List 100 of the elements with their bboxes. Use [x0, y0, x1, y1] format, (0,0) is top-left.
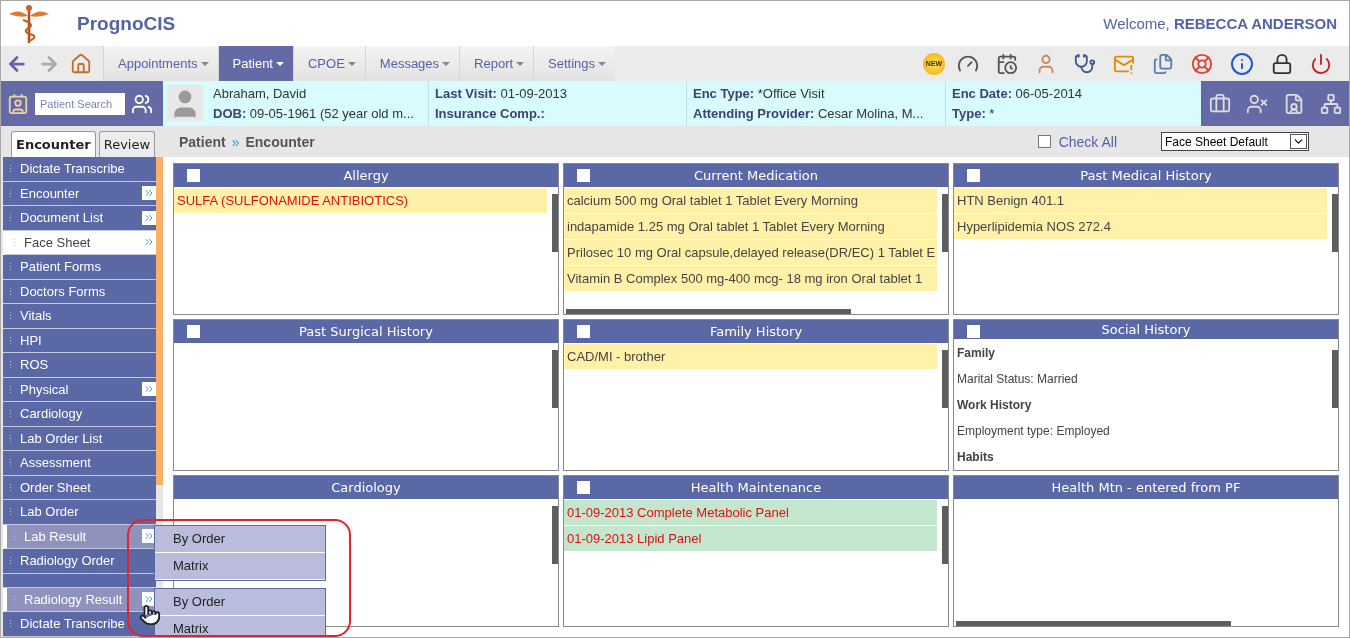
scrollbar-thumb[interactable]: [942, 194, 948, 252]
expand-button[interactable]: [142, 382, 156, 397]
list-entry[interactable]: 01-09-2013 Complete Metabolic Panel: [564, 500, 937, 526]
panel-checkbox[interactable]: [577, 169, 590, 182]
avatar-silhouette: [167, 85, 203, 121]
patient-info-text: Enc Date: 06-05-2014: [952, 85, 1084, 101]
menu-tab[interactable]: Appointments: [103, 46, 218, 81]
patient-search-field[interactable]: Patient Search: [35, 92, 125, 115]
list-entry[interactable]: calcium 500 mg Oral tablet 1 Tablet Every Morning: [564, 188, 937, 214]
detail-text: Marital Status: Married: [956, 371, 1079, 388]
list-entry[interactable]: HTN Benign 401.1: [954, 188, 1327, 214]
menu-tab[interactable]: Settings: [533, 46, 616, 81]
patient-info-text: Last Visit: 01-09-2013: [435, 85, 568, 101]
section-heading: Work History: [956, 397, 1033, 414]
list-entry[interactable]: indapamide 1.25 mg Oral tablet 1 Tablet Every Morning: [564, 214, 937, 240]
scrollbar-thumb[interactable]: [552, 194, 558, 252]
sidebar-item[interactable]: Radiology Order: [3, 549, 156, 574]
sidebar-item[interactable]: Lab Order List: [3, 426, 156, 451]
briefcase-icon[interactable]: [1208, 92, 1231, 115]
panel-checkbox[interactable]: [967, 169, 980, 182]
sidebar-item[interactable]: Patient Forms: [3, 255, 156, 280]
list-entry[interactable]: Hyperlipidemia NOS 272.4: [954, 214, 1327, 240]
app-title: PrognoCIS: [77, 12, 176, 35]
panel-title: Cardiology: [331, 480, 401, 495]
sidebar-tab[interactable]: Review: [98, 131, 156, 157]
menu-tab[interactable]: Report: [459, 46, 534, 81]
sidebar-item[interactable]: Face Sheet: [3, 230, 156, 255]
sidebar-item[interactable]: ROS: [3, 353, 156, 378]
breadcrumb-separator: »: [231, 133, 240, 150]
caret-icon: [598, 61, 607, 66]
panel-title: Health Mtn - entered from PF: [1051, 480, 1241, 495]
sidebar-item[interactable]: Order Sheet: [3, 475, 156, 500]
section-heading: Family: [956, 345, 996, 362]
panel-title: Past Surgical History: [299, 324, 433, 339]
scrollbar-thumb[interactable]: [1332, 350, 1338, 408]
scrollbar-thumb[interactable]: [942, 506, 948, 564]
sidebar-item[interactable]: Vitals: [3, 304, 156, 329]
sidebar-item[interactable]: Cardiology: [3, 402, 156, 427]
expand-button[interactable]: [142, 210, 156, 225]
sidebar-item[interactable]: HPI: [3, 328, 156, 353]
check-all-checkbox[interactable]: Check All: [1037, 133, 1117, 150]
scrollbar-thumb[interactable]: [956, 621, 1231, 626]
list-entry[interactable]: Vitamin B Complex 500 mg-400 mcg- 18 mg iron Oral tablet 1: [564, 266, 937, 292]
sidebar-item[interactable]: Lab Order: [3, 500, 156, 525]
sidebar-item[interactable]: Doctors Forms: [3, 279, 156, 304]
sidebar-item[interactable]: Lab Result: [3, 524, 156, 549]
panel-checkbox[interactable]: [577, 325, 590, 338]
scrollbar-thumb[interactable]: [1332, 194, 1338, 252]
users-icon[interactable]: [131, 92, 153, 115]
panel-title: Family History: [709, 324, 803, 339]
patient-card-icon[interactable]: [7, 92, 29, 115]
sidebar-item[interactable]: Dictate Transcribe: [3, 612, 156, 637]
sidebar-item[interactable]: Document List: [3, 206, 156, 231]
list-entry[interactable]: CAD/MI - brother: [564, 344, 937, 370]
scrollbar-thumb[interactable]: [156, 157, 163, 485]
patient-info-text: Enc Type: *Office Visit: [693, 85, 826, 101]
sidebar-item[interactable]: Encounter: [3, 181, 156, 206]
panel-title: Current Medication: [693, 168, 819, 183]
panel-checkbox[interactable]: [967, 325, 980, 338]
hand-pointer-icon: [139, 604, 161, 626]
panel-checkbox[interactable]: [577, 481, 590, 494]
patient-info-text: Attending Provider: Cesar Molina, M...: [693, 106, 925, 122]
sidebar-item[interactable]: Dictate Transcribe: [3, 157, 156, 182]
list-entry[interactable]: SULFA (SULFONAMIDE ANTIBIOTICS): [174, 188, 547, 214]
sidebar-item[interactable]: Assessment: [3, 451, 156, 476]
list-entry[interactable]: 01-09-2013 Lipid Panel: [564, 526, 937, 552]
menu-tab[interactable]: Messages: [364, 46, 460, 81]
detail-text: Employment type: Employed: [956, 423, 1111, 440]
caret-icon: [200, 61, 209, 66]
panel-title: Social History: [1101, 322, 1191, 337]
scrollbar-thumb[interactable]: [552, 350, 558, 408]
sidebar-tab[interactable]: Encounter: [11, 131, 96, 157]
panel-checkbox[interactable]: [187, 169, 200, 182]
breadcrumb-link[interactable]: Patient: [179, 133, 226, 150]
user-alert-icon[interactable]: [1245, 92, 1268, 115]
user-network-icon[interactable]: [1319, 92, 1342, 115]
patient-name: Abraham, David: [213, 85, 308, 101]
panel-title: Past Medical History: [1080, 168, 1212, 183]
patient-info-text: DOB: 09-05-1961 (52 year old m...: [213, 106, 415, 122]
list-entry[interactable]: Prilosec 10 mg Oral capsule,delayed release(DR/EC) 1 Tablet E: [564, 240, 937, 266]
caret-icon: [347, 61, 356, 66]
sidebar-item[interactable]: Physical: [3, 377, 156, 402]
scrollbar-thumb[interactable]: [552, 506, 558, 564]
submenu-item[interactable]: Matrix: [155, 552, 325, 580]
section-heading: Habits: [956, 449, 995, 466]
menu-tab[interactable]: Patient: [217, 46, 293, 81]
welcome-text: Welcome, REBECCA ANDERSON: [1103, 15, 1337, 32]
breadcrumb-current: Encounter: [245, 133, 315, 150]
caret-icon: [442, 61, 451, 66]
menu-tab[interactable]: CPOE: [293, 46, 365, 81]
expand-button[interactable]: [142, 186, 156, 201]
view-select[interactable]: Face Sheet Default: [1161, 132, 1309, 151]
panel-title: Health Maintenance: [690, 480, 822, 495]
submenu-item[interactable]: By Order: [155, 525, 325, 553]
patient-info-text: Insurance Comp.:: [435, 106, 546, 122]
caret-icon: [276, 61, 284, 66]
panel-title: Allergy: [343, 168, 389, 183]
scrollbar-thumb[interactable]: [942, 350, 948, 408]
panel-checkbox[interactable]: [187, 325, 200, 338]
scrollbar-thumb[interactable]: [566, 309, 851, 314]
